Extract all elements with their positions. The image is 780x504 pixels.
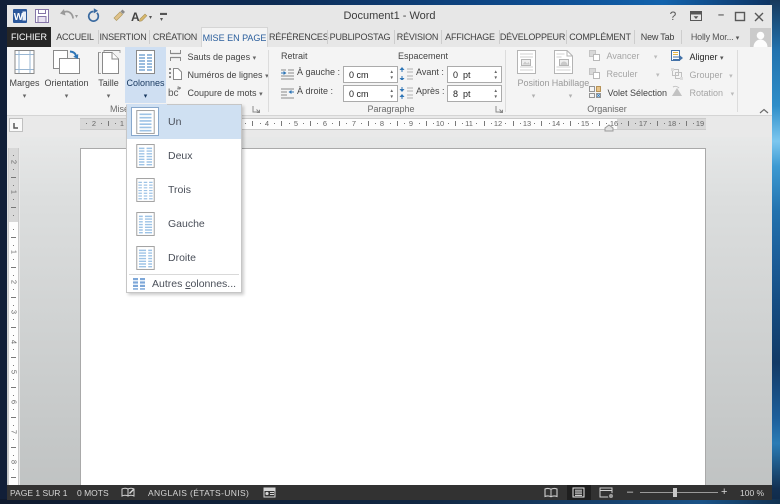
svg-text:▾: ▾ xyxy=(149,15,152,21)
svg-text:▬: ▬ xyxy=(160,10,167,17)
svg-text:▾: ▾ xyxy=(75,14,78,20)
svg-text:a: a xyxy=(177,86,180,92)
svg-text:▾: ▾ xyxy=(160,17,163,23)
svg-text:W: W xyxy=(14,12,24,23)
svg-text:A: A xyxy=(131,10,140,24)
